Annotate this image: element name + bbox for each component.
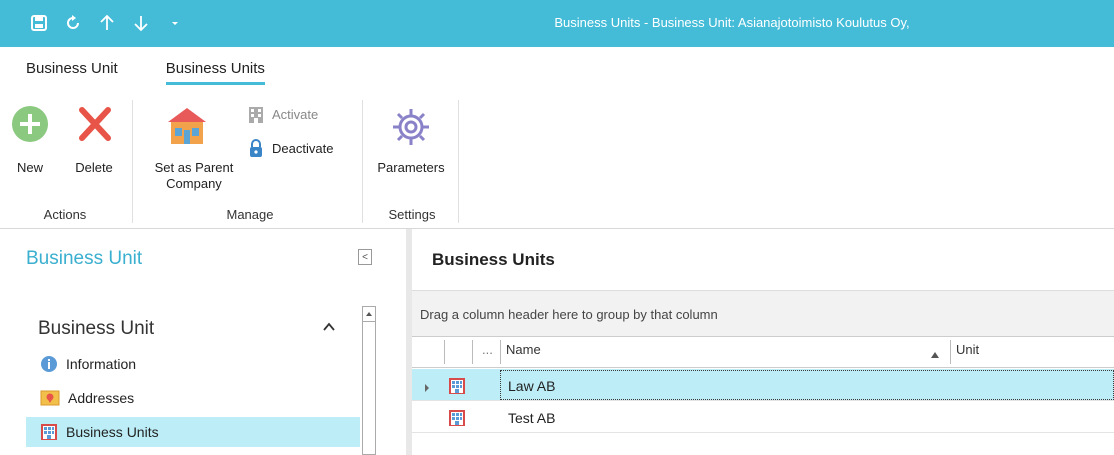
left-scrollbar[interactable] (362, 306, 376, 455)
activate-label: Activate (272, 107, 319, 122)
chevron-up-icon[interactable] (322, 318, 336, 339)
tab-business-units[interactable]: Business Units (165, 60, 266, 85)
divider (444, 340, 445, 364)
group-by-hint: Drag a column header here to group by th… (420, 307, 718, 322)
info-icon (41, 356, 57, 372)
lock-icon (250, 139, 262, 157)
scroll-up-icon[interactable] (362, 306, 376, 322)
row-expand-icon[interactable] (424, 380, 430, 398)
sort-ascending-icon (930, 346, 940, 364)
gear-icon (393, 109, 429, 145)
plus-circle-icon (12, 106, 48, 142)
building-icon (448, 409, 466, 432)
column-header-unit[interactable]: Unit (956, 342, 979, 357)
column-header-name[interactable]: Name (506, 342, 541, 357)
cell-name[interactable]: Law AB (508, 378, 555, 394)
title-bar: Business Units - Business Unit: Asianajo… (0, 0, 1114, 47)
activate-button[interactable]: Activate (248, 106, 348, 126)
cell-name[interactable]: Test AB (508, 410, 555, 426)
building-icon (448, 377, 466, 400)
grid-title: Business Units (432, 250, 555, 269)
nav-item-addresses[interactable]: Addresses (26, 383, 360, 413)
building-icon (41, 424, 57, 440)
set-parent-label-line1: Set as Parent (154, 160, 234, 175)
group-separator (362, 100, 363, 223)
deactivate-button[interactable]: Deactivate (248, 138, 358, 160)
nav-item-label: Business Units (66, 424, 159, 440)
ribbon-tabs: Business Unit Business Units (26, 60, 266, 85)
left-panel-title: Business Unit (26, 248, 143, 269)
collapse-panel-button[interactable]: < (358, 249, 372, 265)
new-button-label: New (16, 160, 43, 175)
nav-item-label: Information (66, 356, 137, 372)
divider (472, 340, 473, 364)
tab-business-unit[interactable]: Business Unit (26, 60, 118, 83)
delete-x-icon (79, 107, 111, 141)
set-parent-label-line2: Company (166, 176, 222, 191)
focused-cell (500, 370, 1114, 400)
divider (950, 340, 951, 364)
nav-item-business-units[interactable]: Business Units (26, 417, 360, 447)
group-separator (458, 100, 459, 223)
group-separator (132, 100, 133, 223)
divider (500, 340, 501, 364)
group-label-manage: Manage (226, 207, 274, 222)
delete-button-label: Delete (75, 160, 113, 175)
house-icon (168, 108, 206, 144)
building-icon (249, 107, 263, 123)
group-label-actions: Actions (43, 207, 87, 222)
nav-section-title: Business Unit (38, 318, 155, 339)
column-header-ellipsis[interactable]: ... (482, 342, 493, 357)
group-label-settings: Settings (388, 207, 436, 222)
deactivate-label: Deactivate (272, 141, 334, 156)
address-icon (40, 390, 60, 406)
window-title: Business Units - Business Unit: Asianajo… (554, 15, 910, 30)
nav-item-label: Addresses (68, 390, 135, 406)
parameters-label: Parameters (377, 160, 445, 175)
nav-item-information[interactable]: Information (26, 349, 360, 379)
